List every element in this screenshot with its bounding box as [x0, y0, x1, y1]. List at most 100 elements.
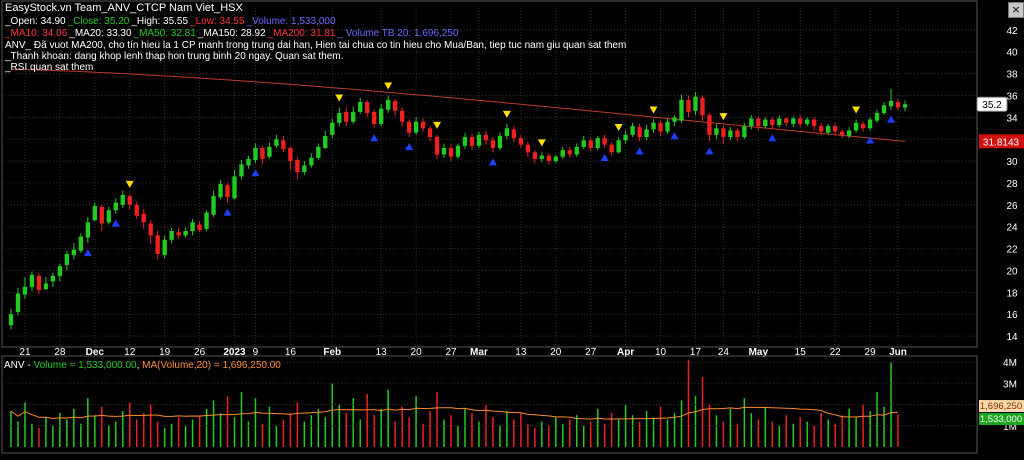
volume-tick-label: 3M: [1003, 379, 1017, 390]
volume-bar: [331, 383, 334, 447]
ma-legend-item-3: _MA150: 28.92: [197, 28, 266, 39]
candle-body: [246, 158, 251, 166]
candle-body: [763, 119, 768, 127]
volume-bar: [617, 419, 620, 447]
volume-bar: [736, 423, 739, 447]
volume-bar: [729, 408, 732, 447]
candle-body: [644, 129, 649, 138]
volume-bar: [575, 415, 578, 447]
candle-body: [141, 213, 146, 223]
volume-bar: [596, 408, 599, 447]
price-legend-item-1: _Close: 35.20: [67, 16, 130, 27]
note-rsi: _RSI quan sat them: [5, 62, 94, 73]
ma-legend-item-5: _ Volume TB 20: 1,696,250: [337, 28, 459, 39]
volume-bar: [548, 425, 550, 447]
candle-body: [686, 99, 691, 112]
volume-bar: [429, 410, 431, 447]
candle-body: [756, 118, 761, 127]
volume-legend-value: Volume = 1,533,000.00: [33, 360, 137, 371]
volume-bar: [555, 417, 557, 447]
price-legend-item-3: _Low: 34.55: [190, 16, 245, 27]
buy-signal-marker: [223, 208, 232, 216]
candle-body: [427, 128, 433, 138]
volume-bar: [380, 408, 382, 447]
candle-body: [546, 155, 551, 162]
y-tick-label: 20: [1006, 266, 1018, 277]
volume-bar: [422, 423, 424, 447]
candle-body: [867, 119, 873, 129]
candle-body: [679, 99, 684, 121]
note-liquidity: _Thanh khoan: dang khop lenh thap hon tr…: [5, 51, 344, 62]
sell-signal-marker: [433, 121, 442, 129]
volume-bar: [296, 402, 299, 447]
volume-bar: [750, 413, 753, 447]
volume-legend-prefix: ANV -: [4, 360, 34, 371]
candle-body: [385, 99, 391, 110]
volume-value-tag-label: 1,533,000: [980, 414, 1022, 425]
candle-body: [211, 196, 216, 215]
candle-body: [574, 146, 579, 155]
candle-body: [874, 112, 880, 121]
y-tick-label: 26: [1006, 201, 1018, 212]
candle-body: [120, 194, 125, 205]
volume-bar: [282, 419, 285, 447]
candle-body: [895, 102, 901, 108]
volume-bar: [184, 425, 187, 447]
volume-bar: [631, 415, 634, 447]
close-button[interactable]: ×: [1008, 2, 1024, 18]
candle-body: [239, 164, 244, 177]
candle-body: [672, 117, 677, 122]
y-tick-label: 30: [1006, 157, 1018, 168]
candle-body: [420, 121, 426, 129]
buy-signal-marker: [488, 158, 497, 166]
chart-svg[interactable]: 1416182022242628303234363840422128Dec121…: [0, 0, 1024, 455]
volume-bar: [101, 406, 103, 447]
volume-bar: [94, 415, 96, 447]
volume-bar: [24, 402, 26, 447]
candle-body: [832, 126, 838, 132]
volume-bar: [883, 406, 885, 447]
candle-body: [330, 122, 335, 135]
buy-signal-marker: [670, 132, 679, 140]
candle-body: [581, 140, 586, 147]
volume-bar: [38, 427, 40, 447]
volume-bar: [142, 413, 145, 447]
y-tick-label: 16: [1006, 310, 1018, 321]
volume-bar: [638, 421, 641, 447]
candle-body: [714, 128, 719, 135]
volume-bar: [659, 406, 662, 447]
y-tick-label: 40: [1006, 48, 1018, 59]
volume-bar: [666, 419, 669, 447]
candle-body: [399, 110, 405, 122]
candle-body: [337, 112, 342, 123]
volume-bar: [31, 423, 33, 447]
volume-bar: [205, 408, 208, 447]
volume-bar: [108, 425, 110, 447]
candle-body: [881, 105, 887, 113]
candle-body: [902, 104, 908, 108]
volume-bar: [415, 396, 417, 447]
candle-body: [106, 210, 111, 223]
volume-bar: [464, 408, 466, 447]
candle-body: [588, 140, 593, 148]
candle-body: [169, 231, 174, 240]
sell-signal-marker: [537, 139, 546, 147]
volume-bar: [387, 389, 389, 447]
candle-body: [358, 102, 363, 112]
candle-body: [379, 108, 384, 124]
candle-body: [392, 100, 398, 111]
volume-bar: [778, 425, 781, 447]
candle-body: [218, 184, 223, 198]
ma-legend-item-2: _MA50: 32.81: [133, 28, 196, 39]
volume-bar: [191, 419, 194, 447]
volume-bar: [219, 413, 222, 447]
candle-body: [295, 160, 300, 173]
price-legend-item-0: _Open: 34.90: [5, 16, 66, 27]
buy-signal-marker: [83, 249, 92, 257]
candle-body: [309, 157, 314, 166]
volume-bar: [534, 427, 536, 447]
candle-body: [190, 222, 195, 232]
buy-signal-marker: [635, 147, 644, 155]
ma200-line: [10, 68, 906, 142]
volume-bar: [66, 419, 68, 447]
